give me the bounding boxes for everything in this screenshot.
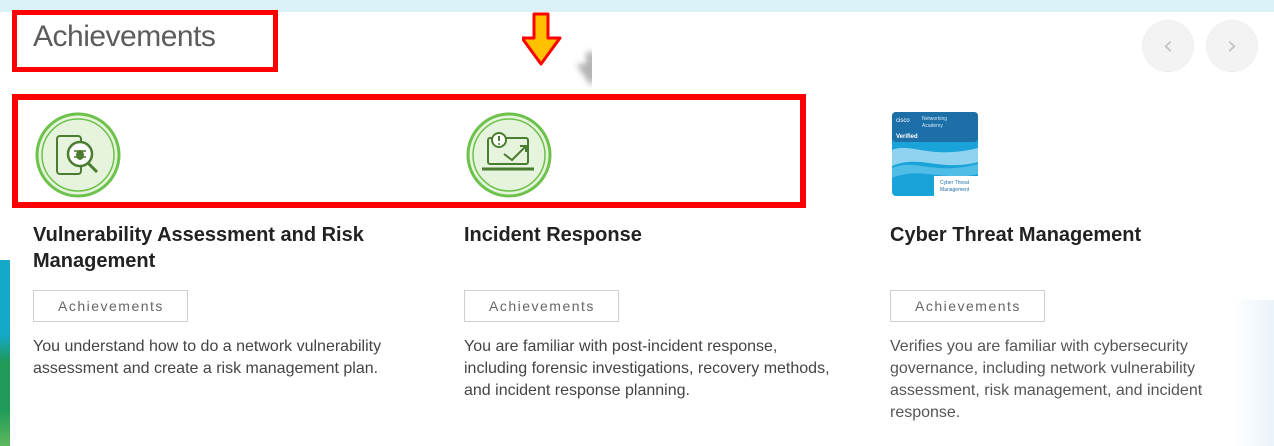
chevron-left-icon: ‹ bbox=[1162, 31, 1174, 61]
card-title: Incident Response bbox=[464, 224, 642, 246]
achievement-card-cyber-threat[interactable]: cisco Networking Academy Verified Cyber … bbox=[890, 110, 1270, 424]
card-description: You are familiar with post-incident resp… bbox=[464, 338, 830, 399]
card-description: Verifies you are familiar with cybersecu… bbox=[890, 338, 1203, 421]
carousel-next-button[interactable]: › bbox=[1206, 20, 1258, 72]
achievements-tag[interactable]: Achievements bbox=[464, 290, 619, 322]
badge-brand-line1: Networking bbox=[922, 116, 947, 122]
cisco-verified-badge-icon: cisco Networking Academy Verified Cyber … bbox=[892, 112, 978, 196]
carousel-nav: ‹ › bbox=[1142, 20, 1258, 72]
chevron-right-icon: › bbox=[1226, 31, 1238, 61]
left-edge-decoration bbox=[0, 260, 10, 446]
badge-name-line1: Cyber Threat bbox=[940, 180, 970, 186]
badge-name-line2: Management bbox=[940, 187, 970, 193]
title-highlight-box bbox=[12, 10, 278, 72]
down-arrow-icon bbox=[522, 12, 592, 86]
badge-brand-line2: Academy bbox=[922, 123, 943, 129]
achievements-tag[interactable]: Achievements bbox=[890, 290, 1045, 322]
achievements-tag[interactable]: Achievements bbox=[33, 290, 188, 322]
badge-verified-text: Verified bbox=[896, 134, 918, 140]
card-title: Cyber Threat Management bbox=[890, 224, 1142, 246]
card-description: You understand how to do a network vulne… bbox=[33, 338, 382, 377]
badge-cisco-text: cisco bbox=[896, 118, 910, 124]
carousel-prev-button[interactable]: ‹ bbox=[1142, 20, 1194, 72]
card-title: Vulnerability Assessment and Risk Manage… bbox=[33, 224, 364, 272]
icons-highlight-box bbox=[12, 94, 806, 208]
